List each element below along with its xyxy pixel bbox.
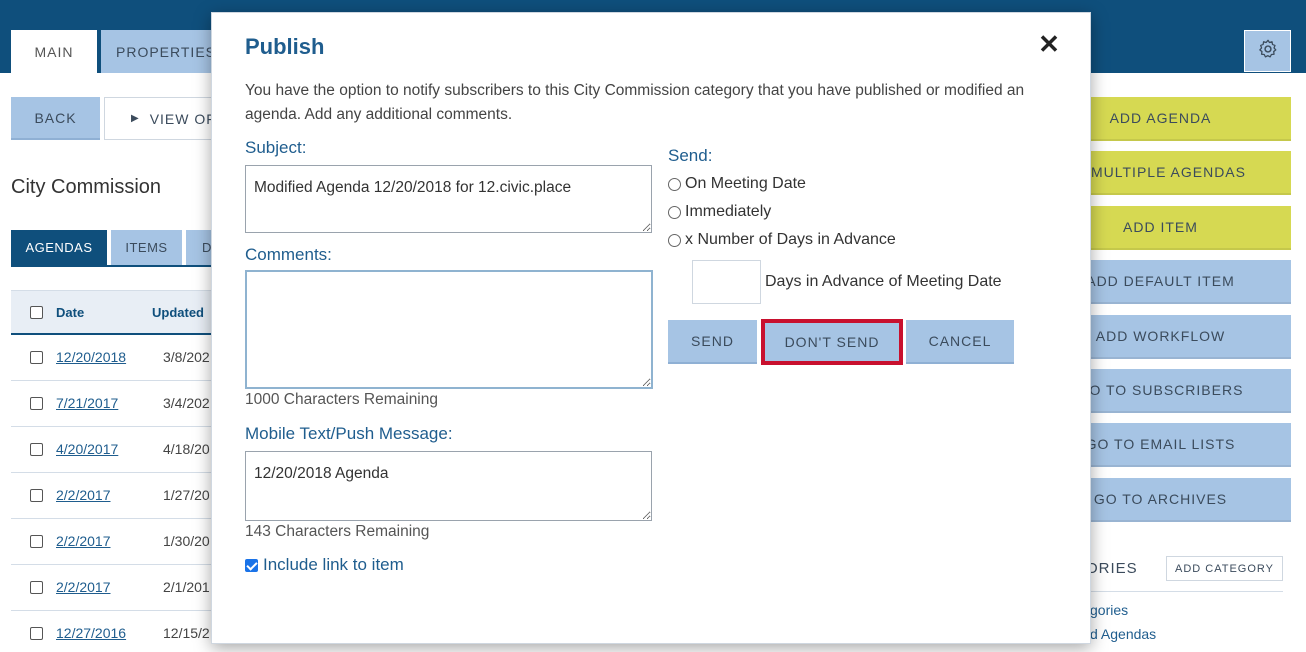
include-link-label: Include link to item — [263, 555, 404, 574]
days-in-advance-label: Days in Advance of Meeting Date — [765, 273, 1002, 290]
dont-send-button[interactable]: DON'T SEND — [761, 319, 903, 365]
cancel-button[interactable]: CANCEL — [906, 320, 1014, 364]
send-option-days-in-advance[interactable]: x Number of Days in Advance — [668, 231, 896, 249]
send-button[interactable]: SEND — [668, 320, 757, 364]
send-option-label: x Number of Days in Advance — [685, 231, 896, 248]
comments-remaining: 1000 Characters Remaining — [245, 391, 438, 408]
days-in-advance-input[interactable] — [692, 260, 761, 304]
subject-field[interactable]: Modified Agenda 12/20/2018 for 12.civic.… — [245, 165, 652, 233]
mobile-message-field[interactable]: 12/20/2018 Agenda — [245, 451, 652, 521]
publish-dialog: Publish ✕ You have the option to notify … — [211, 12, 1091, 644]
send-option-label: Immediately — [685, 203, 772, 220]
comments-field[interactable] — [245, 270, 653, 389]
include-link-option[interactable]: Include link to item — [245, 555, 404, 575]
send-option-label: On Meeting Date — [685, 175, 806, 192]
radio-button[interactable] — [668, 177, 681, 191]
send-label: Send: — [668, 146, 713, 165]
mobile-remaining: 143 Characters Remaining — [245, 523, 430, 540]
include-link-checkbox[interactable] — [245, 558, 258, 572]
close-icon[interactable]: ✕ — [1037, 31, 1061, 57]
subject-label: Subject: — [245, 138, 307, 157]
comments-label: Comments: — [245, 245, 332, 264]
send-option-meeting-date[interactable]: On Meeting Date — [668, 175, 806, 193]
radio-button[interactable] — [668, 205, 681, 219]
mobile-message-label: Mobile Text/Push Message: — [245, 424, 453, 443]
dialog-intro: You have the option to notify subscriber… — [245, 82, 1025, 123]
dialog-title: Publish — [245, 34, 325, 59]
radio-button[interactable] — [668, 233, 681, 247]
send-option-immediately[interactable]: Immediately — [668, 203, 771, 221]
